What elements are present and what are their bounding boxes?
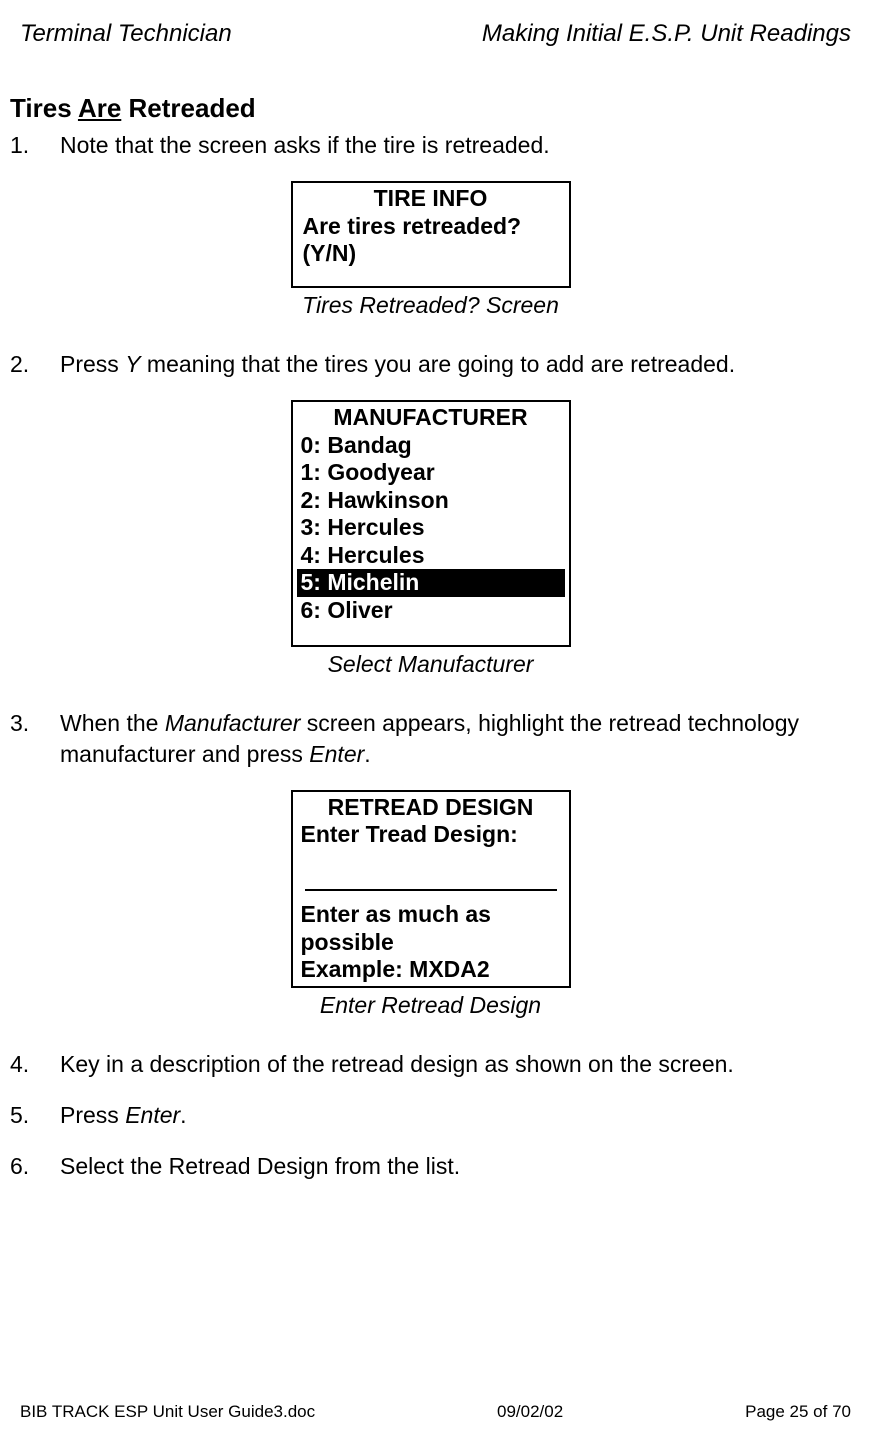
step-3-post: . xyxy=(364,741,370,767)
screen-manufacturer-wrap: MANUFACTURER 0: Bandag 1: Goodyear 2: Ha… xyxy=(10,400,851,680)
page-header: Terminal Technician Making Initial E.S.P… xyxy=(20,20,851,48)
section-title: Tires Are Retreaded xyxy=(10,93,256,124)
step-2-key: Y xyxy=(125,351,140,377)
screen-manufacturer-title: MANUFACTURER xyxy=(293,402,569,432)
step-3-num: 3. xyxy=(10,708,60,770)
screen-retread-design-hint1: Enter as much as xyxy=(293,901,569,929)
step-5-num: 5. xyxy=(10,1100,60,1131)
step-2-pre: Press xyxy=(60,351,125,377)
screen-manufacturer: MANUFACTURER 0: Bandag 1: Goodyear 2: Ha… xyxy=(291,400,571,647)
screen-retread-design-wrap: RETREAD DESIGN Enter Tread Design: Enter… xyxy=(10,790,851,1021)
page-footer: BIB TRACK ESP Unit User Guide3.doc 09/02… xyxy=(20,1402,851,1422)
step-3-pre: When the xyxy=(60,710,165,736)
footer-left: BIB TRACK ESP Unit User Guide3.doc xyxy=(20,1402,315,1422)
document-body: 1. Note that the screen asks if the tire… xyxy=(10,128,851,1202)
screen-manufacturer-caption: Select Manufacturer xyxy=(328,649,534,680)
header-left: Terminal Technician xyxy=(20,20,232,48)
screen-tire-info-line1: Are tires retreaded? xyxy=(293,213,569,241)
section-title-post: Retreaded xyxy=(121,93,255,123)
step-1: 1. Note that the screen asks if the tire… xyxy=(10,130,851,161)
screen-retread-design-title: RETREAD DESIGN xyxy=(293,794,569,822)
step-2-mid: meaning xyxy=(141,351,236,377)
step-2: 2. Press Y meaning that the tires you ar… xyxy=(10,349,851,380)
screen-tire-info-wrap: TIRE INFO Are tires retreaded? (Y/N) Tir… xyxy=(10,181,851,321)
header-right: Making Initial E.S.P. Unit Readings xyxy=(482,20,851,48)
step-4-text: Key in a description of the retread desi… xyxy=(60,1049,851,1080)
step-5-text: Press Enter. xyxy=(60,1100,851,1131)
manufacturer-opt-3: 3: Hercules xyxy=(293,514,569,542)
footer-right: Page 25 of 70 xyxy=(745,1402,851,1422)
screen-retread-design-caption: Enter Retread Design xyxy=(320,990,541,1021)
footer-center: 09/02/02 xyxy=(497,1402,563,1422)
screen-retread-design: RETREAD DESIGN Enter Tread Design: Enter… xyxy=(291,790,571,988)
screen-tire-info: TIRE INFO Are tires retreaded? (Y/N) xyxy=(291,181,571,288)
step-5-ital: Enter xyxy=(125,1102,180,1128)
step-2-text: Press Y meaning that the tires you are g… xyxy=(60,349,851,380)
step-5-post: . xyxy=(180,1102,186,1128)
section-title-underlined: Are xyxy=(78,93,121,123)
step-4-num: 4. xyxy=(10,1049,60,1080)
step-1-text: Note that the screen asks if the tire is… xyxy=(60,130,851,161)
step-5: 5. Press Enter. xyxy=(10,1100,851,1131)
step-2-post: that the tires you are going to add are … xyxy=(235,351,735,377)
screen-retread-design-hint2: possible xyxy=(293,929,569,957)
screen-tire-info-caption: Tires Retreaded? Screen xyxy=(302,290,559,321)
manufacturer-opt-5-selected: 5: Michelin xyxy=(297,569,565,597)
step-3-ital2: Enter xyxy=(309,741,364,767)
screen-retread-design-input-line xyxy=(305,871,557,891)
step-1-num: 1. xyxy=(10,130,60,161)
manufacturer-opt-2: 2: Hawkinson xyxy=(293,487,569,515)
screen-retread-design-hint3: Example: MXDA2 xyxy=(293,956,569,984)
step-3: 3. When the Manufacturer screen appears,… xyxy=(10,708,851,770)
screen-tire-info-line2: (Y/N) xyxy=(293,240,569,268)
step-6: 6. Select the Retread Design from the li… xyxy=(10,1151,851,1182)
step-6-num: 6. xyxy=(10,1151,60,1182)
document-page: Terminal Technician Making Initial E.S.P… xyxy=(0,0,871,1450)
manufacturer-opt-6: 6: Oliver xyxy=(293,597,569,625)
step-4: 4. Key in a description of the retread d… xyxy=(10,1049,851,1080)
manufacturer-opt-4: 4: Hercules xyxy=(293,542,569,570)
step-3-ital1: Manufacturer xyxy=(165,710,301,736)
step-2-num: 2. xyxy=(10,349,60,380)
step-3-text: When the Manufacturer screen appears, hi… xyxy=(60,708,851,770)
step-5-pre: Press xyxy=(60,1102,125,1128)
screen-retread-design-prompt: Enter Tread Design: xyxy=(293,821,569,849)
step-6-text: Select the Retread Design from the list. xyxy=(60,1151,851,1182)
manufacturer-opt-0: 0: Bandag xyxy=(293,432,569,460)
manufacturer-opt-1: 1: Goodyear xyxy=(293,459,569,487)
section-title-pre: Tires xyxy=(10,93,78,123)
screen-tire-info-title: TIRE INFO xyxy=(293,185,569,213)
